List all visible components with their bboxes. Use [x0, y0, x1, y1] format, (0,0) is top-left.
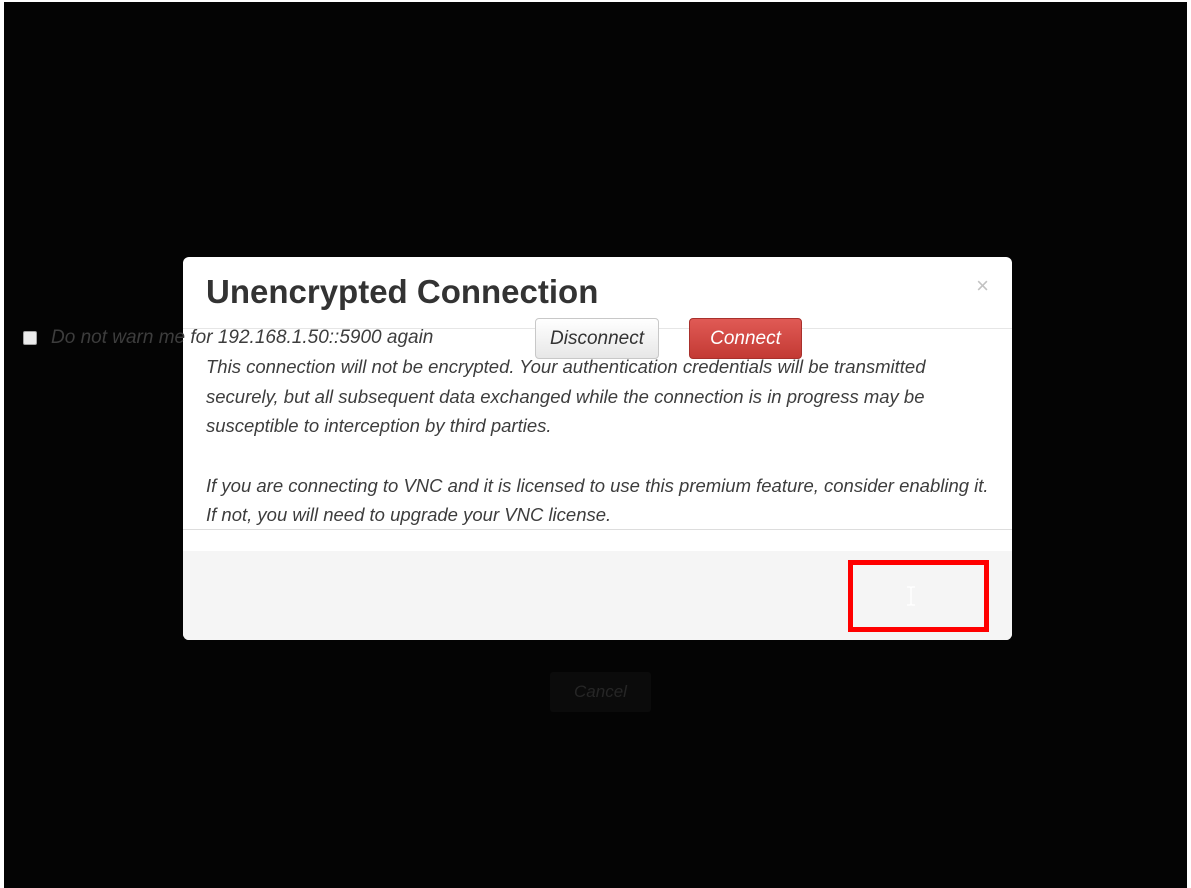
unencrypted-connection-dialog: Unencrypted Connection × This connection…	[183, 257, 1012, 640]
dialog-body: This connection will not be encrypted. Y…	[183, 329, 1012, 530]
text-cursor-icon	[907, 586, 915, 606]
do-not-warn-label[interactable]: Do not warn me for 192.168.1.50::5900 ag…	[51, 327, 433, 349]
warning-paragraph: This connection will not be encrypted. Y…	[206, 356, 926, 436]
disconnect-button[interactable]: Disconnect	[535, 318, 659, 359]
dialog-footer	[183, 551, 1012, 640]
connect-button[interactable]: Connect	[689, 318, 802, 359]
do-not-warn-checkbox[interactable]	[23, 331, 37, 345]
dialog-title: Unencrypted Connection	[206, 273, 599, 310]
do-not-warn-option[interactable]: Do not warn me for 192.168.1.50::5900 ag…	[23, 327, 433, 349]
close-icon[interactable]: ×	[976, 275, 989, 297]
background-cancel-button[interactable]: Cancel	[550, 672, 651, 712]
license-paragraph: If you are connecting to VNC and it is l…	[206, 474, 989, 526]
